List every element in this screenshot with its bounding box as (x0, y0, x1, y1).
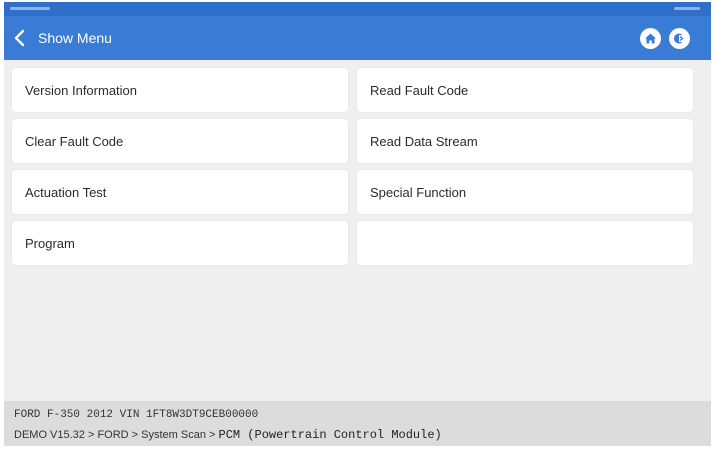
app-screen: Show Menu Version Information Read Fault… (4, 2, 711, 446)
vehicle-info-bar: FORD F-350 2012 VIN 1FT8W3DT9CEB00000 DE… (4, 401, 711, 446)
menu-item-program[interactable]: Program (12, 221, 348, 265)
home-button[interactable] (640, 28, 661, 49)
status-indicator (674, 7, 700, 10)
home-icon (645, 33, 656, 44)
menu-item-label: Actuation Test (25, 184, 107, 200)
menu-item-empty (357, 221, 693, 265)
path-module: PCM (Powertrain Control Module) (218, 428, 442, 442)
vehicle-info: FORD F-350 2012 VIN 1FT8W3DT9CEB00000 (14, 409, 259, 421)
status-bar (4, 2, 711, 16)
back-button[interactable]: Show Menu (10, 24, 140, 52)
status-indicator (10, 7, 50, 10)
chevron-left-icon (14, 29, 25, 47)
menu-item-clear-fault-code[interactable]: Clear Fault Code (12, 119, 348, 163)
menu-item-special-function[interactable]: Special Function (357, 170, 693, 214)
menu-item-actuation-test[interactable]: Actuation Test (12, 170, 348, 214)
app-bar: Show Menu (4, 16, 711, 60)
exit-button[interactable] (669, 28, 690, 49)
menu-item-label: Version Information (25, 82, 138, 98)
menu-item-label: Program (25, 235, 75, 251)
menu-item-version-information[interactable]: Version Information (12, 68, 348, 112)
menu-item-label: Read Fault Code (370, 82, 469, 98)
back-label: Show Menu (38, 30, 112, 46)
menu-item-label: Clear Fault Code (25, 133, 124, 149)
menu-item-label: Read Data Stream (370, 133, 478, 149)
navigation-path: DEMO V15.32 > FORD > System Scan > PCM (… (14, 428, 442, 442)
menu-item-read-fault-code[interactable]: Read Fault Code (357, 68, 693, 112)
menu-item-label: Special Function (370, 184, 467, 200)
exit-icon (674, 33, 684, 44)
path-prefix: DEMO V15.32 > FORD > System Scan > (14, 429, 219, 441)
menu-item-read-data-stream[interactable]: Read Data Stream (357, 119, 693, 163)
